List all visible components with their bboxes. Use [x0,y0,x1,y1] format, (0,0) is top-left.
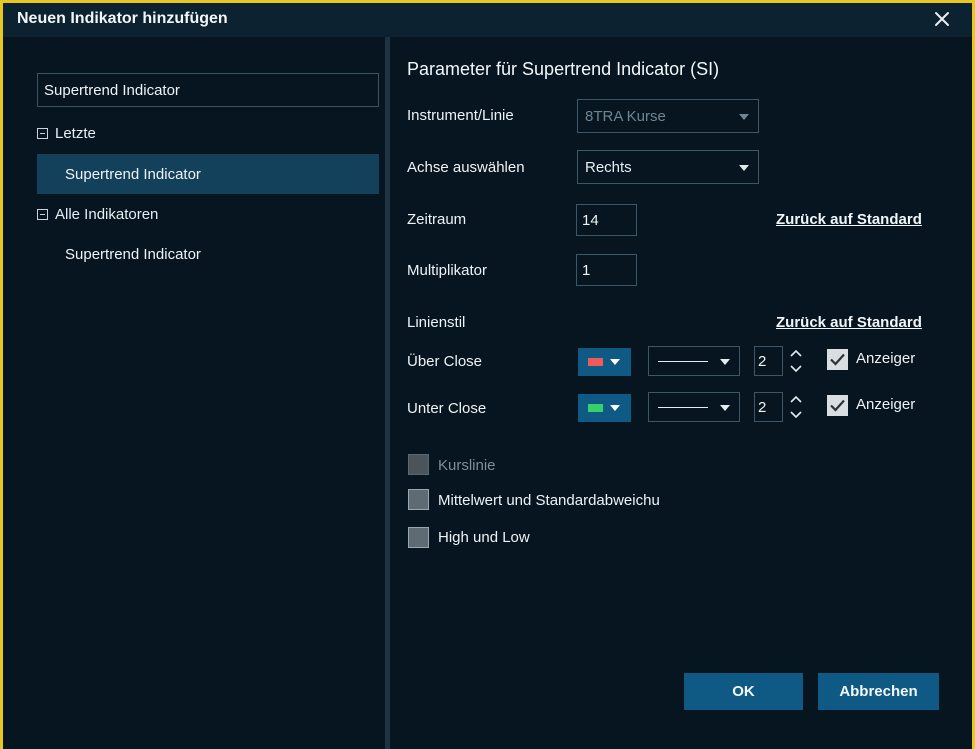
below-close-color-picker[interactable] [578,394,631,422]
dialog-title: Neuen Indikator hinzufügen [17,10,228,27]
multiplier-input[interactable] [576,254,637,286]
tree-item-recent-supertrend[interactable]: Supertrend Indicator [37,154,379,194]
price-line-checkbox [408,454,429,475]
chevron-down-icon [739,165,749,171]
check-icon [830,399,845,412]
indicator-search-input[interactable] [37,73,379,107]
tree-item-label: Supertrend Indicator [65,165,201,183]
check-icon [830,353,845,366]
color-swatch [588,404,603,412]
period-input[interactable] [576,204,637,236]
solid-line-icon [658,361,708,362]
tree-group-recent[interactable]: Letzte [37,121,96,145]
chevron-up-icon[interactable] [784,392,808,407]
add-indicator-dialog: Neuen Indikator hinzufügen Letzte Supert… [0,0,975,749]
instrument-dropdown: 8TRA Kurse [577,99,759,133]
below-close-line-style-dropdown[interactable] [648,392,740,422]
reset-to-default-link[interactable]: Zurück auf Standard [776,211,922,228]
price-line-label: Kurslinie [438,457,496,474]
line-style-label: Linienstil [407,314,466,331]
above-close-label: Über Close [407,353,483,370]
chevron-down-icon[interactable] [784,407,808,422]
indicator-list-pane: Letzte Supertrend Indicator Alle Indikat… [3,37,385,749]
below-close-show-label: Anzeiger [856,396,916,413]
chevron-down-icon [739,114,749,120]
parameters-title: Parameter für Supertrend Indicator (SI) [407,59,720,79]
chevron-down-icon [610,405,620,411]
below-close-show-checkbox[interactable] [827,395,848,416]
axis-dropdown[interactable]: Rechts [577,150,759,184]
chevron-up-icon[interactable] [784,346,808,361]
cancel-button[interactable]: Abbrechen [818,673,939,710]
chevron-down-icon[interactable] [784,361,808,376]
above-close-width-input[interactable] [754,346,783,376]
above-close-line-style-dropdown[interactable] [648,346,740,376]
axis-label: Achse auswählen [407,159,525,176]
tree-group-label: Letzte [55,124,96,142]
tree-group-label: Alle Indikatoren [55,205,159,223]
color-swatch [588,358,603,366]
high-low-checkbox[interactable] [408,527,429,548]
tree-group-all-indicators[interactable]: Alle Indikatoren [37,202,158,226]
instrument-value: 8TRA Kurse [585,107,666,125]
solid-line-icon [658,407,708,408]
below-close-width-stepper[interactable] [784,392,808,422]
title-bar: Neuen Indikator hinzufügen [3,3,972,37]
chevron-down-icon [610,359,620,365]
mean-stddev-checkbox[interactable] [408,489,429,510]
chevron-down-icon [720,405,730,411]
instrument-label: Instrument/Linie [407,107,514,124]
below-close-label: Unter Close [407,400,487,417]
above-close-width-stepper[interactable] [784,346,808,376]
multiplier-label: Multiplikator [407,262,488,279]
high-low-label: High und Low [438,529,530,546]
tree-item-all-supertrend[interactable]: Supertrend Indicator [37,234,379,274]
below-close-width-input[interactable] [754,392,783,422]
ok-button[interactable]: OK [684,673,803,710]
tree-item-label: Supertrend Indicator [65,245,201,263]
minus-square-icon[interactable] [37,208,48,220]
line-style-reset-link[interactable]: Zurück auf Standard [776,314,922,331]
above-close-show-checkbox[interactable] [827,349,848,370]
minus-square-icon[interactable] [37,127,48,139]
above-close-color-picker[interactable] [578,348,631,376]
parameters-pane: Parameter für Supertrend Indicator (SI) … [390,37,972,749]
close-icon[interactable] [930,7,954,31]
chevron-down-icon [720,359,730,365]
mean-stddev-label: Mittelwert und Standardabweichu [438,492,660,509]
above-close-show-label: Anzeiger [856,350,916,367]
axis-value: Rechts [585,158,632,176]
period-label: Zeitraum [407,211,467,228]
